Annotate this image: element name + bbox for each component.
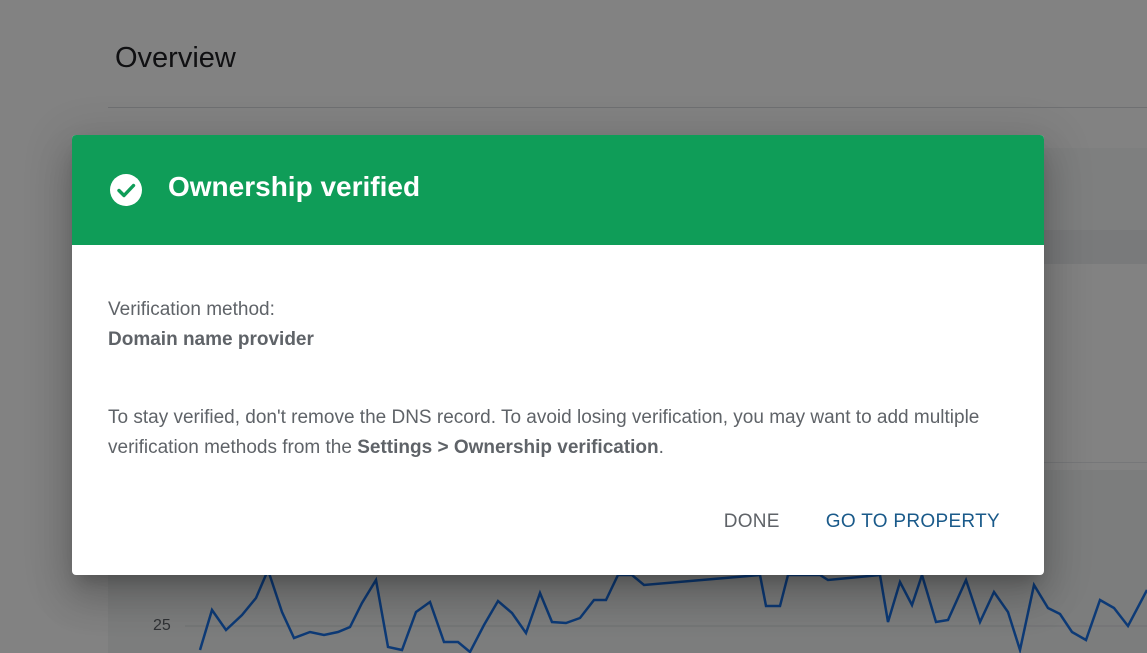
check-circle-icon [110,174,142,206]
go-to-property-button[interactable]: GO TO PROPERTY [818,505,1008,539]
done-button[interactable]: DONE [716,505,788,539]
verification-method-value: Domain name provider [108,329,314,350]
dialog-body: Verification method: Domain name provide… [72,245,1044,463]
verification-method-label: Verification method: [108,299,275,320]
settings-path-text: Settings > Ownership verification [357,437,659,458]
dialog-title: Ownership verified [168,171,421,202]
dialog-actions: DONE GO TO PROPERTY [716,505,1008,539]
dialog-header: Ownership verified [72,135,1044,245]
ownership-verified-dialog: Ownership verified Verification method: … [72,135,1044,575]
dialog-message: To stay verified, don't remove the DNS r… [108,403,1008,463]
message-end-text: . [658,437,664,458]
